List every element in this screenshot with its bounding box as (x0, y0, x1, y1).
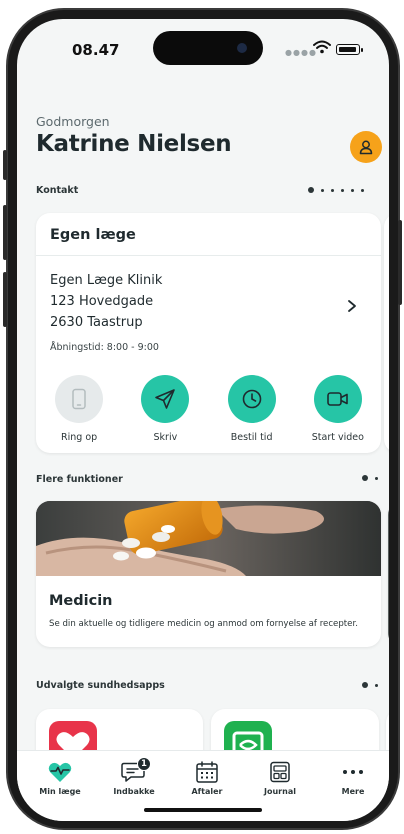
clinic-name: Egen Læge Klinik (50, 273, 163, 288)
write-button-label: Skriv (153, 432, 178, 443)
power-button (398, 220, 402, 305)
unread-badge: 1 (137, 757, 151, 771)
home-indicator[interactable] (144, 808, 262, 812)
user-icon (359, 140, 373, 155)
video-icon (327, 392, 348, 406)
tab-label: Aftaler (191, 787, 223, 796)
write-button[interactable]: Skriv (122, 375, 208, 443)
tab-journal[interactable]: Journal (250, 761, 310, 796)
book-appointment-circle (227, 375, 276, 423)
status-bar: 08.47 ●●●● (17, 19, 389, 75)
send-icon (155, 389, 176, 409)
journal-icon (270, 761, 290, 783)
app-screen: 08.47 ●●●● Godmorgen Katrine Nielsen Kon… (17, 19, 389, 821)
more-icon (343, 770, 363, 774)
apps-page-indicator[interactable] (362, 682, 378, 688)
medicine-title: Medicin (49, 593, 113, 609)
greeting-text: Godmorgen (36, 114, 110, 129)
page-dot (331, 188, 334, 192)
page-dot (351, 188, 354, 192)
tab-label: Min læge (39, 787, 81, 796)
start-video-button[interactable]: Start video (295, 375, 381, 443)
apps-section-label: Udvalgte sundhedsapps (36, 680, 165, 691)
user-name: Katrine Nielsen (36, 131, 232, 157)
page-dot (361, 188, 364, 192)
clinic-street: 123 Hovedgade (50, 294, 154, 309)
wifi-icon (313, 40, 331, 54)
start-video-circle (313, 375, 362, 423)
tab-mere[interactable]: Mere (323, 761, 383, 796)
book-appointment-label: Bestil tid (230, 432, 273, 443)
book-appointment-button[interactable]: Bestil tid (209, 375, 295, 443)
contact-page-indicator[interactable] (308, 187, 364, 193)
clinic-city: 2630 Taastrup (50, 315, 143, 330)
page-dot (308, 187, 314, 193)
tab-aftaler[interactable]: Aftaler (177, 761, 237, 796)
profile-button[interactable] (350, 131, 382, 163)
camera-icon (237, 43, 247, 53)
tab-label: Mere (341, 787, 365, 796)
more-page-indicator[interactable] (362, 475, 378, 481)
heart-pulse-icon (48, 762, 72, 782)
battery-icon (336, 44, 363, 55)
dynamic-island (153, 31, 263, 65)
page-dot (341, 188, 344, 192)
more-section-label: Flere funktioner (36, 474, 123, 485)
start-video-label: Start video (311, 432, 364, 443)
contact-actions: Ring op Skriv Bestil tid Start video (36, 375, 381, 443)
page-dot (375, 476, 378, 480)
volume-down-button (3, 272, 7, 327)
opening-hours: Åbningstid: 8:00 - 9:00 (50, 342, 159, 353)
doctor-card: Egen læge Egen Læge Klinik 123 Hovedgade… (36, 213, 381, 453)
clock-icon (242, 389, 261, 409)
call-button-label: Ring op (61, 432, 98, 443)
next-contact-card-peek[interactable] (384, 213, 389, 453)
medicine-description: Se din aktuelle og tidligere medicin og … (49, 619, 358, 629)
volume-up-button (3, 205, 7, 260)
write-button-circle (141, 375, 190, 423)
doctor-card-title: Egen læge (50, 227, 136, 243)
page-dot (362, 475, 368, 481)
page-dot (321, 188, 324, 192)
call-button-circle (55, 375, 104, 423)
page-dot (362, 682, 368, 688)
tab-label: Journal (264, 787, 296, 796)
medicine-card[interactable]: Medicin Se din aktuelle og tidligere med… (36, 501, 381, 647)
status-time: 08.47 (72, 41, 120, 59)
tab-indbakke[interactable]: 1 Indbakke (104, 757, 164, 796)
tab-label: Indbakke (113, 787, 155, 796)
silent-switch (3, 150, 7, 180)
contact-section-label: Kontakt (36, 185, 79, 196)
divider (36, 255, 381, 256)
phone-icon (72, 388, 86, 410)
page-dot (375, 683, 378, 687)
tab-min-laege[interactable]: Min læge (30, 761, 90, 796)
calendar-icon (196, 761, 218, 783)
chevron-right-icon[interactable] (347, 299, 357, 313)
next-feature-card-peek[interactable] (388, 501, 389, 647)
pills-illustration (36, 501, 381, 576)
call-button[interactable]: Ring op (36, 375, 122, 443)
medicine-photo (36, 501, 381, 576)
